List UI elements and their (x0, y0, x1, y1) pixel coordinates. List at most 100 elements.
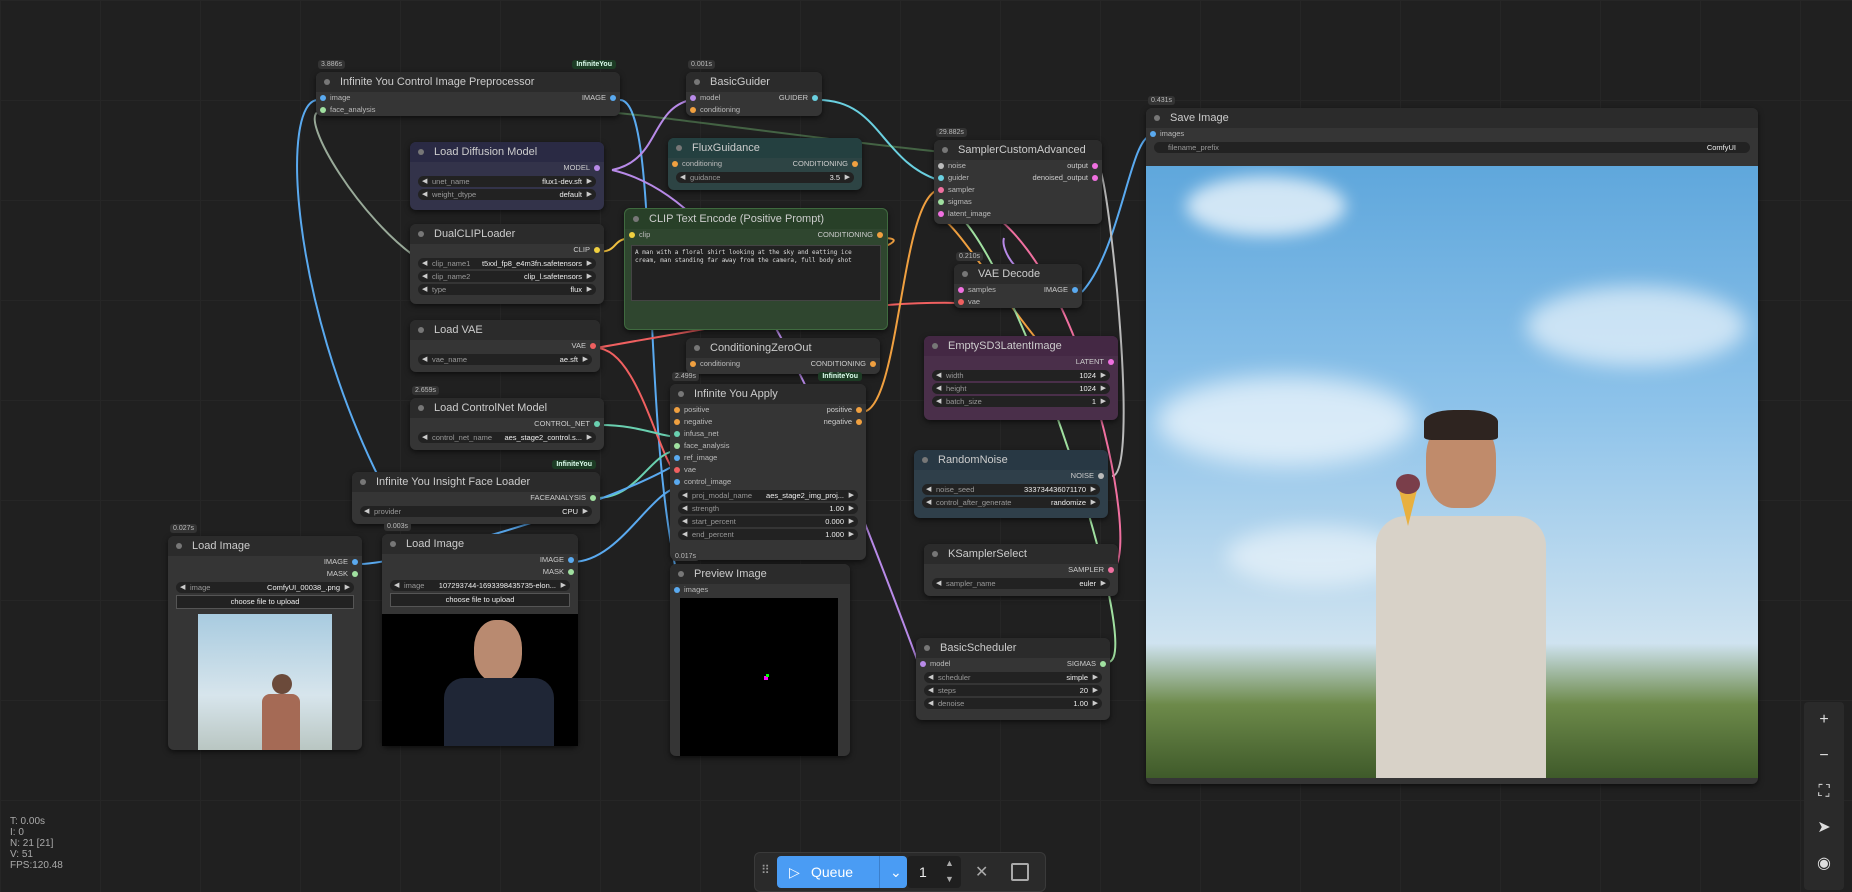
queue-button[interactable]: ▷ Queue ⌄ (777, 856, 907, 888)
control-net-name-widget[interactable]: ◀ control_net_name aes_stage2_control.s...… (418, 432, 596, 443)
node-control-image-preprocessor[interactable]: 3.886s InfiniteYou Infinite You Control … (316, 60, 620, 116)
input-socket[interactable] (674, 443, 680, 449)
output-socket[interactable] (352, 559, 358, 565)
input-socket[interactable] (674, 431, 680, 437)
input-socket[interactable] (938, 175, 944, 181)
clip-name1-widget[interactable]: ◀ clip_name1 t5xxl_fp8_e4m3fn.safetensors ▶ (418, 258, 596, 269)
denoise-widget[interactable]: ◀ denoise 1.00 ▶ (924, 698, 1102, 709)
output-socket[interactable] (1098, 473, 1104, 479)
output-socket[interactable] (812, 95, 818, 101)
input-socket[interactable] (958, 299, 964, 305)
node-preview-image[interactable]: 0.017s Preview Image images (670, 552, 850, 756)
image-select-widget[interactable]: ◀ image 107293744-1693398435735-elon... ▶ (390, 580, 570, 591)
node-basic-guider[interactable]: 0.001s BasicGuider model GUIDER condition… (686, 60, 822, 116)
fit-view-icon[interactable]: ⛶ (1804, 774, 1844, 810)
output-socket[interactable] (852, 161, 858, 167)
zoom-in-icon[interactable]: + (1804, 702, 1844, 738)
control-after-generate-widget[interactable]: ◀ control_after_generate randomize ▶ (922, 497, 1100, 508)
node-basic-scheduler[interactable]: BasicScheduler model SIGMAS ◀ scheduler sim… (916, 638, 1110, 720)
close-icon[interactable]: ✕ (975, 862, 988, 882)
node-load-diffusion-model[interactable]: Load Diffusion Model MODEL ◀ unet_name flu… (410, 142, 604, 210)
end-percent-widget[interactable]: ◀ end_percent 1.000 ▶ (678, 529, 858, 540)
output-socket[interactable] (1100, 661, 1106, 667)
guidance-widget[interactable]: ◀ guidance 3.5 ▶ (676, 172, 854, 183)
node-save-image[interactable]: 0.431s Save Image images filename_prefix… (1146, 96, 1758, 784)
input-socket[interactable] (690, 95, 696, 101)
eye-icon[interactable]: ◉ (1804, 846, 1844, 882)
chevron-down-icon[interactable]: ⌄ (879, 856, 902, 888)
choose-file-button[interactable]: choose file to upload (176, 595, 354, 609)
input-socket[interactable] (938, 211, 944, 217)
zoom-out-icon[interactable]: − (1804, 738, 1844, 774)
height-widget[interactable]: ◀ height 1024 ▶ (932, 383, 1110, 394)
output-socket[interactable] (594, 247, 600, 253)
node-sampler-custom-advanced[interactable]: 29.882s SamplerCustomAdvanced noise outpu… (934, 128, 1102, 224)
output-socket[interactable] (568, 557, 574, 563)
node-insight-face-loader[interactable]: InfiniteYou Infinite You Insight Face Lo… (352, 460, 600, 524)
output-socket[interactable] (568, 569, 574, 575)
input-socket[interactable] (938, 187, 944, 193)
node-ksampler-select[interactable]: KSamplerSelect SAMPLER ◀ sampler_name eule… (924, 544, 1118, 596)
input-socket[interactable] (674, 587, 680, 593)
clip-name2-widget[interactable]: ◀ clip_name2 clip_l.safetensors ▶ (418, 271, 596, 282)
width-widget[interactable]: ◀ width 1024 ▶ (932, 370, 1110, 381)
input-socket[interactable] (938, 163, 944, 169)
stop-icon[interactable] (1011, 863, 1029, 881)
node-dual-clip-loader[interactable]: DualCLIPLoader CLIP ◀ clip_name1 t5xxl_fp8… (410, 224, 604, 304)
steps-widget[interactable]: ◀ steps 20 ▶ (924, 685, 1102, 696)
input-socket[interactable] (674, 467, 680, 473)
clip-type-widget[interactable]: ◀ type flux ▶ (418, 284, 596, 295)
node-infinite-you-apply[interactable]: 2.499s InfiniteYou Infinite You Apply po… (670, 372, 866, 560)
choose-file-button[interactable]: choose file to upload (390, 593, 570, 607)
node-load-vae[interactable]: Load VAE VAE ◀ vae_name ae.sft ▶ (410, 320, 600, 372)
queue-count-input[interactable]: 1 ▲ ▼ (907, 856, 961, 888)
output-socket[interactable] (856, 419, 862, 425)
output-socket[interactable] (877, 232, 883, 238)
node-load-controlnet[interactable]: 2.659s Load ControlNet Model CONTROL_NET… (410, 386, 604, 450)
input-socket[interactable] (690, 107, 696, 113)
input-socket[interactable] (958, 287, 964, 293)
output-socket[interactable] (590, 495, 596, 501)
input-socket[interactable] (1150, 131, 1156, 137)
weight-dtype-widget[interactable]: ◀ weight_dtype default ▶ (418, 189, 596, 200)
increment-icon[interactable]: ▲ (945, 858, 954, 868)
output-socket[interactable] (1108, 359, 1114, 365)
drag-handle-icon[interactable]: ⠿ (761, 863, 770, 877)
output-socket[interactable] (1108, 567, 1114, 573)
output-socket[interactable] (870, 361, 876, 367)
input-socket[interactable] (320, 95, 326, 101)
output-socket[interactable] (594, 165, 600, 171)
image-select-widget[interactable]: ◀ image ComfyUI_00038_.png ▶ (176, 582, 354, 593)
node-load-image-1[interactable]: 0.027s Load Image IMAGE MASK ◀ image Comfy… (168, 524, 362, 750)
input-socket[interactable] (674, 455, 680, 461)
input-socket[interactable] (674, 407, 680, 413)
sampler-name-widget[interactable]: ◀ sampler_name euler ▶ (932, 578, 1110, 589)
send-icon[interactable]: ➤ (1804, 810, 1844, 846)
prompt-textarea[interactable]: A man with a floral shirt looking at the… (631, 245, 881, 301)
input-socket[interactable] (674, 479, 680, 485)
start-percent-widget[interactable]: ◀ start_percent 0.000 ▶ (678, 516, 858, 527)
output-socket[interactable] (352, 571, 358, 577)
input-socket[interactable] (674, 419, 680, 425)
node-flux-guidance[interactable]: FluxGuidance conditioning CONDITIONING ◀ g… (668, 138, 862, 190)
output-socket[interactable] (1092, 175, 1098, 181)
node-random-noise[interactable]: RandomNoise NOISE ◀ noise_seed 33373443607… (914, 450, 1108, 518)
output-socket[interactable] (1072, 287, 1078, 293)
node-empty-sd3-latent-image[interactable]: EmptySD3LatentImage LATENT ◀ width 1024 ▶ ◀… (924, 336, 1118, 420)
noise-seed-widget[interactable]: ◀ noise_seed 333734436071170 ▶ (922, 484, 1100, 495)
unet-name-widget[interactable]: ◀ unet_name flux1-dev.sft ▶ (418, 176, 596, 187)
filename-prefix-widget[interactable]: filename_prefix ComfyUI (1154, 142, 1750, 153)
input-socket[interactable] (920, 661, 926, 667)
proj-modal-name-widget[interactable]: ◀ proj_modal_name aes_stage2_img_proj... ▶ (678, 490, 858, 501)
node-vae-decode[interactable]: 0.210s VAE Decode samples IMAGE vae (954, 252, 1082, 308)
vae-name-widget[interactable]: ◀ vae_name ae.sft ▶ (418, 354, 592, 365)
node-load-image-2[interactable]: 0.003s Load Image IMAGE MASK ◀ image 10729… (382, 522, 578, 746)
strength-widget[interactable]: ◀ strength 1.00 ▶ (678, 503, 858, 514)
batch-size-widget[interactable]: ◀ batch_size 1 ▶ (932, 396, 1110, 407)
output-socket[interactable] (590, 343, 596, 349)
output-socket[interactable] (610, 95, 616, 101)
node-conditioning-zero-out[interactable]: ConditioningZeroOut conditioning CONDITIO… (686, 338, 880, 374)
provider-widget[interactable]: ◀ provider CPU ▶ (360, 506, 592, 517)
output-socket[interactable] (1092, 163, 1098, 169)
input-socket[interactable] (938, 199, 944, 205)
